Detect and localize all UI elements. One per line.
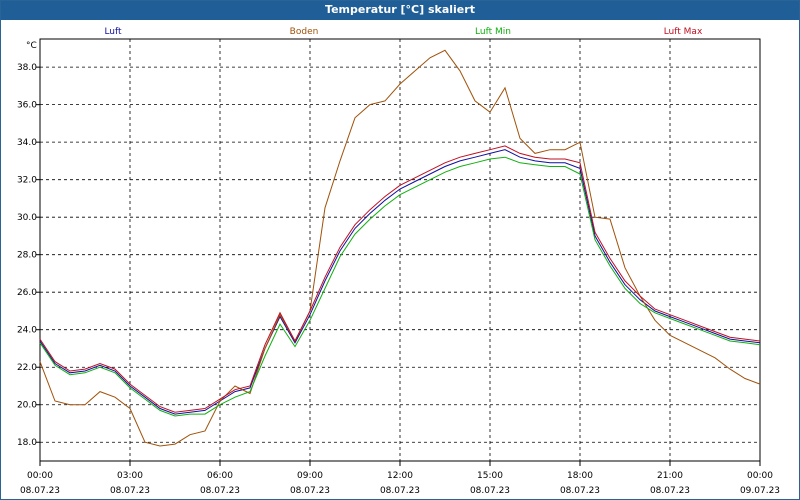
x-tick-label-time: 21:00	[657, 471, 683, 481]
y-tick-label: 36.0	[17, 101, 37, 111]
x-tick-label-time: 12:00	[387, 471, 413, 481]
x-tick-label-time: 06:00	[207, 471, 233, 481]
legend-item-boden: Boden	[290, 27, 319, 37]
x-tick-label-date: 08.07.23	[20, 486, 60, 496]
x-tick-label-date: 08.07.23	[110, 486, 150, 496]
temperature-chart: 18.0 20.0 22.0 24.0 26.0 28.0 30.0 32.0 34.0 36.0…	[17, 27, 780, 496]
x-tick-label-date: 09.07.23	[740, 486, 780, 496]
legend-item-luft: Luft	[104, 27, 122, 37]
y-tick-label: 26.0	[17, 288, 37, 298]
chart-window: Temperatur [°C] skaliert 18.0 20.0 22.0 24.…	[0, 0, 800, 500]
y-tick-label: 24.0	[17, 326, 37, 336]
x-tick-label-date: 08.07.23	[470, 486, 510, 496]
y-tick-label: 28.0	[17, 251, 37, 261]
y-axis-unit: °C	[26, 41, 37, 51]
window-title: Temperatur [°C] skaliert	[1, 1, 799, 20]
x-tick-label-time: 18:00	[567, 471, 593, 481]
y-tick-label: 20.0	[17, 401, 37, 411]
x-tick-label-date: 08.07.23	[380, 486, 420, 496]
legend-item-luft-max: Luft Max	[664, 27, 703, 37]
x-tick-label-date: 08.07.23	[290, 486, 330, 496]
x-tick-label-time: 15:00	[477, 471, 503, 481]
x-tick-label-time: 03:00	[117, 471, 143, 481]
y-tick-label: 38.0	[17, 63, 37, 73]
x-tick-label-date: 08.07.23	[650, 486, 690, 496]
x-tick-label-time: 00:00	[747, 471, 773, 481]
y-tick-label: 34.0	[17, 138, 37, 148]
x-tick-label-time: 09:00	[297, 471, 323, 481]
x-tick-label-date: 08.07.23	[560, 486, 600, 496]
x-tick-label-time: 00:00	[27, 471, 53, 481]
y-tick-label: 30.0	[17, 213, 37, 223]
y-tick-label: 22.0	[17, 363, 37, 373]
legend-item-luft-min: Luft Min	[475, 27, 511, 37]
x-tick-label-date: 08.07.23	[200, 486, 240, 496]
y-tick-label: 18.0	[17, 438, 37, 448]
y-tick-label: 32.0	[17, 176, 37, 186]
